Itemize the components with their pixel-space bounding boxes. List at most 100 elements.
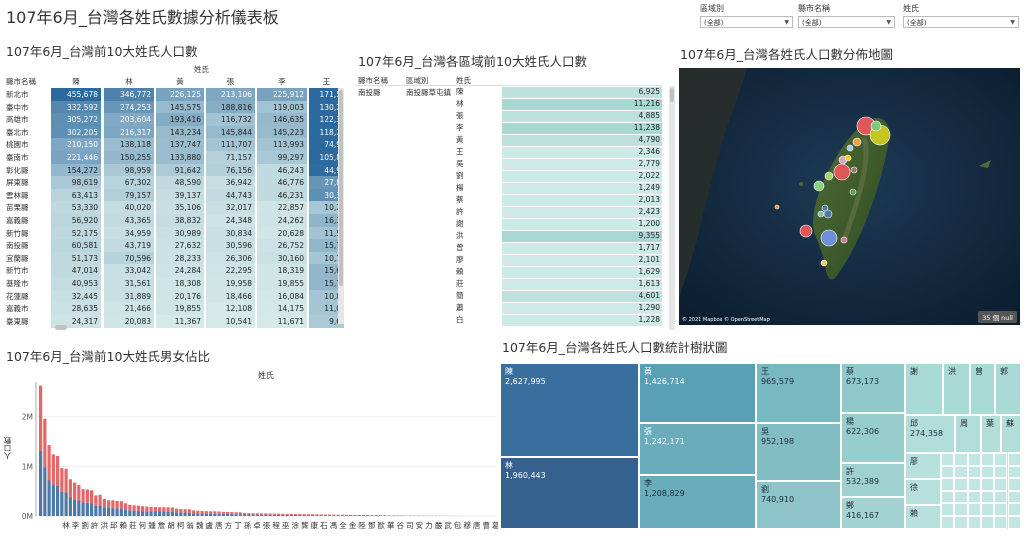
table-cell[interactable]: 150,255	[104, 151, 154, 165]
bar-male[interactable]	[201, 514, 204, 516]
bar-male[interactable]	[65, 492, 68, 516]
bar-female[interactable]	[116, 501, 119, 508]
treemap-small-tile[interactable]	[941, 503, 954, 516]
table-cell[interactable]: 32,445	[51, 290, 101, 304]
table-cell[interactable]: 71,157	[206, 151, 255, 165]
bar-male[interactable]	[256, 515, 259, 516]
bar-female[interactable]	[48, 445, 51, 480]
bar-female[interactable]	[349, 515, 352, 516]
table-cell[interactable]: 35,106	[156, 201, 204, 215]
bar-male[interactable]	[99, 505, 102, 516]
treemap-small-tile[interactable]	[994, 503, 1007, 516]
region-surname-label[interactable]: 李	[456, 123, 464, 134]
bar-male[interactable]	[303, 515, 306, 516]
table-cell[interactable]: 52,175	[51, 227, 101, 241]
bar-female[interactable]	[294, 514, 297, 515]
bar-female[interactable]	[311, 514, 314, 515]
bar-female[interactable]	[226, 512, 229, 514]
bar-female[interactable]	[94, 495, 97, 505]
map-bubble[interactable]	[818, 211, 824, 217]
region-value-cell[interactable]: 1,629	[502, 267, 662, 278]
bar-male[interactable]	[290, 515, 293, 516]
treemap-small-tile[interactable]	[994, 466, 1007, 479]
table-cell[interactable]: 221,446	[51, 151, 101, 165]
table-cell[interactable]: 63,413	[51, 189, 101, 203]
region-table-scroll-thumb[interactable]	[670, 88, 674, 102]
table-cell[interactable]: 305,272	[51, 113, 101, 127]
treemap-small-tile[interactable]	[941, 453, 954, 466]
table-cell[interactable]: 91,642	[156, 164, 204, 178]
bar-female[interactable]	[196, 511, 199, 514]
bar-male[interactable]	[43, 467, 46, 516]
treemap-tile[interactable]: 鄭416,167	[841, 497, 905, 529]
region-surname-label[interactable]: 謝	[456, 219, 464, 230]
table-cell[interactable]: 18,319	[257, 264, 307, 278]
table-cell[interactable]: 332,592	[51, 101, 101, 115]
bar-male[interactable]	[107, 508, 110, 516]
table-cell[interactable]: 51,173	[51, 252, 101, 266]
region-surname-label[interactable]: 劉	[456, 171, 464, 182]
table-cell[interactable]: 67,302	[104, 176, 154, 190]
treemap-small-tile[interactable]	[994, 491, 1007, 504]
treemap-small-tile[interactable]	[981, 478, 994, 491]
table-cell[interactable]: 22,295	[206, 264, 255, 278]
map-bubble[interactable]	[800, 225, 812, 237]
region-value-cell[interactable]: 2,423	[502, 207, 662, 218]
bar-male[interactable]	[328, 515, 331, 516]
table-cell[interactable]: 34,959	[104, 227, 154, 241]
bar-female[interactable]	[269, 513, 272, 514]
bar-female[interactable]	[218, 511, 221, 513]
table-cell[interactable]: 44,743	[206, 189, 255, 203]
region-value-cell[interactable]: 4,885	[502, 111, 662, 122]
treemap-small-tile[interactable]	[954, 478, 967, 491]
bar-male[interactable]	[128, 510, 131, 516]
row-label[interactable]: 宜蘭縣	[4, 252, 29, 266]
region-value-cell[interactable]: 4,790	[502, 135, 662, 146]
region-surname-label[interactable]: 賴	[456, 267, 464, 278]
bar-male[interactable]	[354, 515, 357, 516]
bar-male[interactable]	[332, 515, 335, 516]
bar-male[interactable]	[94, 506, 97, 516]
region-surname-label[interactable]: 蔡	[456, 195, 464, 206]
heat-table-scroll-thumb[interactable]	[339, 90, 343, 286]
bar-female[interactable]	[141, 506, 144, 511]
row-label[interactable]: 臺南市	[4, 151, 29, 165]
bar-male[interactable]	[167, 512, 170, 516]
treemap-tile[interactable]: 郭	[995, 363, 1021, 415]
bar-male[interactable]	[120, 509, 123, 516]
bar-female[interactable]	[52, 454, 55, 485]
map-bubble[interactable]	[821, 260, 827, 266]
row-label[interactable]: 屏東縣	[4, 176, 29, 190]
region-surname-label[interactable]: 簡	[456, 291, 464, 302]
table-cell[interactable]: 133,880	[156, 151, 204, 165]
table-cell[interactable]: 30,834	[206, 227, 255, 241]
bar-female[interactable]	[73, 483, 76, 500]
bar-male[interactable]	[252, 515, 255, 516]
surname-filter-select[interactable]: (全部)▼	[903, 16, 1019, 28]
bar-female[interactable]	[60, 468, 63, 492]
region-surname-label[interactable]: 王	[456, 147, 464, 158]
bar-female[interactable]	[239, 512, 242, 514]
treemap-small-tile[interactable]	[968, 453, 981, 466]
map-bubble[interactable]	[821, 230, 837, 246]
map-bubble[interactable]	[834, 164, 850, 180]
row-label[interactable]: 新北市	[4, 88, 29, 102]
region-value-cell[interactable]: 2,779	[502, 159, 662, 170]
table-cell[interactable]: 98,619	[51, 176, 101, 190]
bar-female[interactable]	[243, 513, 246, 515]
table-cell[interactable]: 26,306	[206, 252, 255, 266]
bar-male[interactable]	[77, 500, 80, 516]
treemap-tile[interactable]: 黃1,426,714	[639, 363, 756, 423]
region-surname-label[interactable]: 林	[456, 99, 464, 110]
bar-male[interactable]	[222, 514, 225, 516]
region-region-value[interactable]: 南投縣草屯鎮	[406, 87, 451, 98]
treemap-small-tile[interactable]	[968, 478, 981, 491]
bar-male[interactable]	[324, 515, 327, 516]
table-cell[interactable]: 99,297	[257, 151, 307, 165]
bar-male[interactable]	[226, 514, 229, 516]
table-cell[interactable]: 24,262	[257, 214, 307, 228]
table-cell[interactable]: 20,628	[257, 227, 307, 241]
bar-female[interactable]	[133, 505, 136, 510]
null-count-badge[interactable]: 35 個 null	[978, 311, 1017, 323]
table-cell[interactable]: 154,272	[51, 164, 101, 178]
